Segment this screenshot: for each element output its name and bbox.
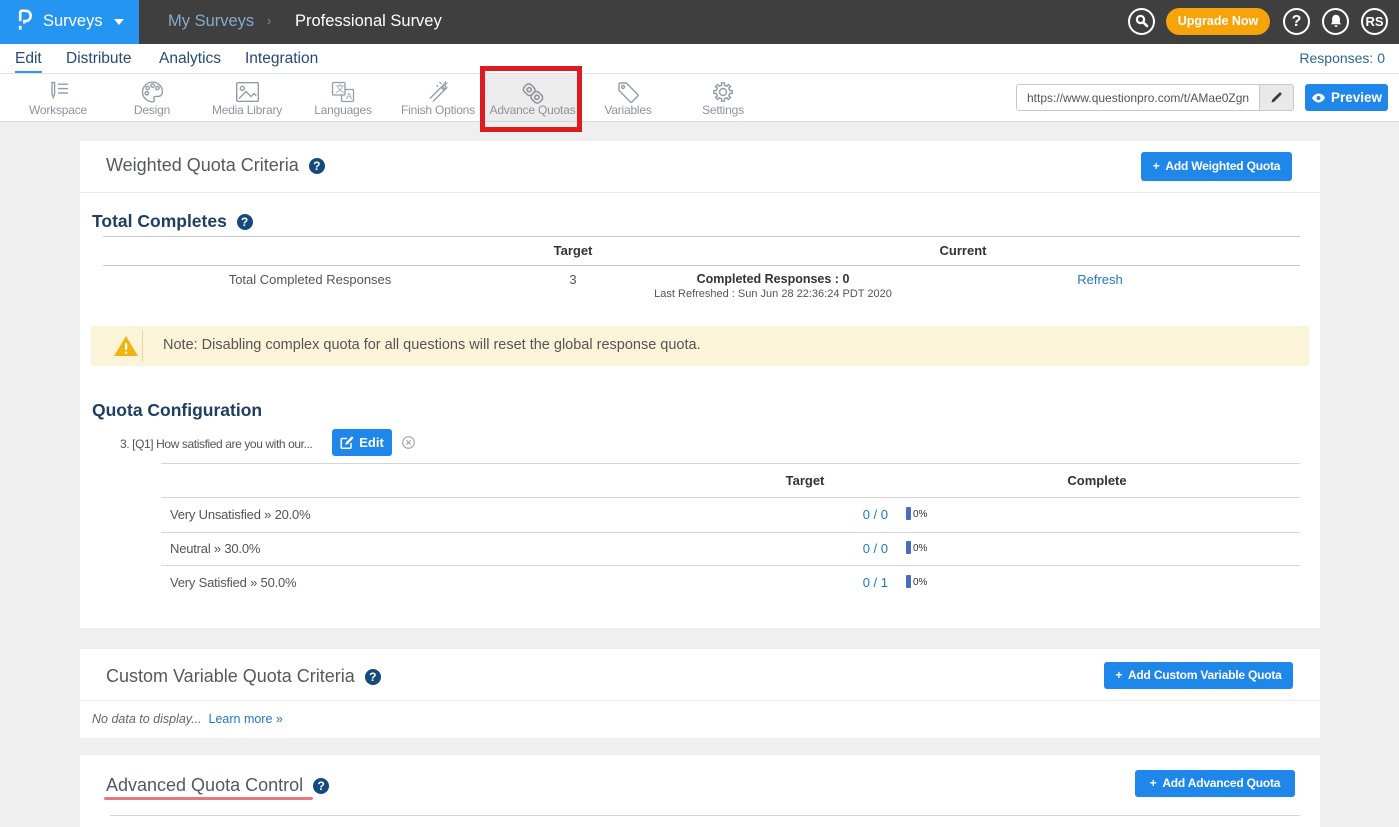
svg-text:A: A	[346, 91, 352, 101]
svg-text:文: 文	[335, 83, 345, 95]
